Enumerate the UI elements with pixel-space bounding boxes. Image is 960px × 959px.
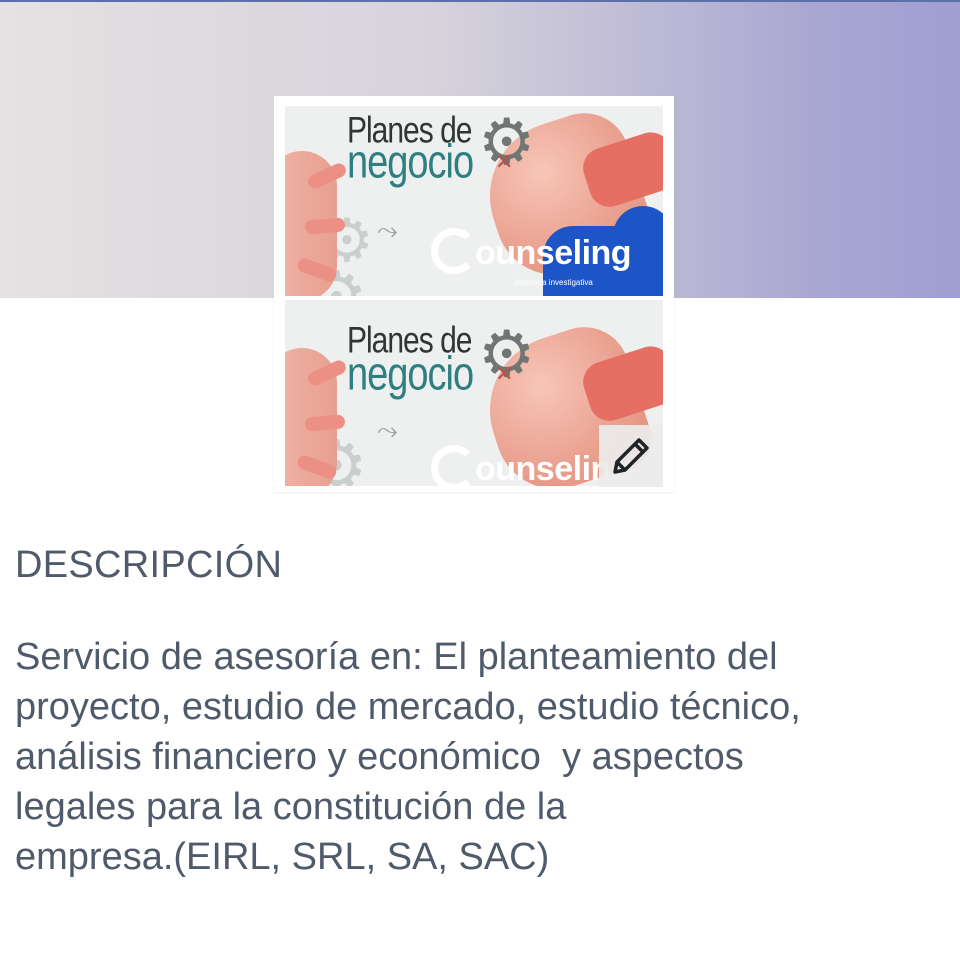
description-heading: DESCRIPCIÓN bbox=[15, 544, 283, 586]
hand-graphic bbox=[285, 151, 349, 296]
hand-graphic bbox=[285, 348, 349, 486]
arrow-icon: ⤳ bbox=[377, 216, 398, 246]
brand-name: ounseling bbox=[475, 234, 632, 272]
brand-logo-icon bbox=[431, 228, 477, 274]
edit-photo-button[interactable] bbox=[599, 425, 663, 487]
profile-photo-card[interactable]: ⚙ ⚙ ⤳ Planes de negocio ⚙ ✕ ounseling As… bbox=[274, 96, 674, 492]
photo-title-line2: negocio bbox=[347, 348, 474, 401]
description-text: Servicio de asesoría en: El planteamient… bbox=[15, 636, 801, 878]
brand-tagline: Asesoría investigativa bbox=[515, 278, 593, 287]
profile-photo[interactable]: ⚙ ⚙ ⤳ Planes de negocio ⚙ ✕ ounseling As… bbox=[285, 106, 663, 296]
brand-logo-icon bbox=[431, 445, 477, 486]
photo-title-line2: negocio bbox=[347, 136, 474, 189]
pencil-icon bbox=[613, 438, 649, 474]
arrow-icon: ⤳ bbox=[377, 416, 398, 446]
